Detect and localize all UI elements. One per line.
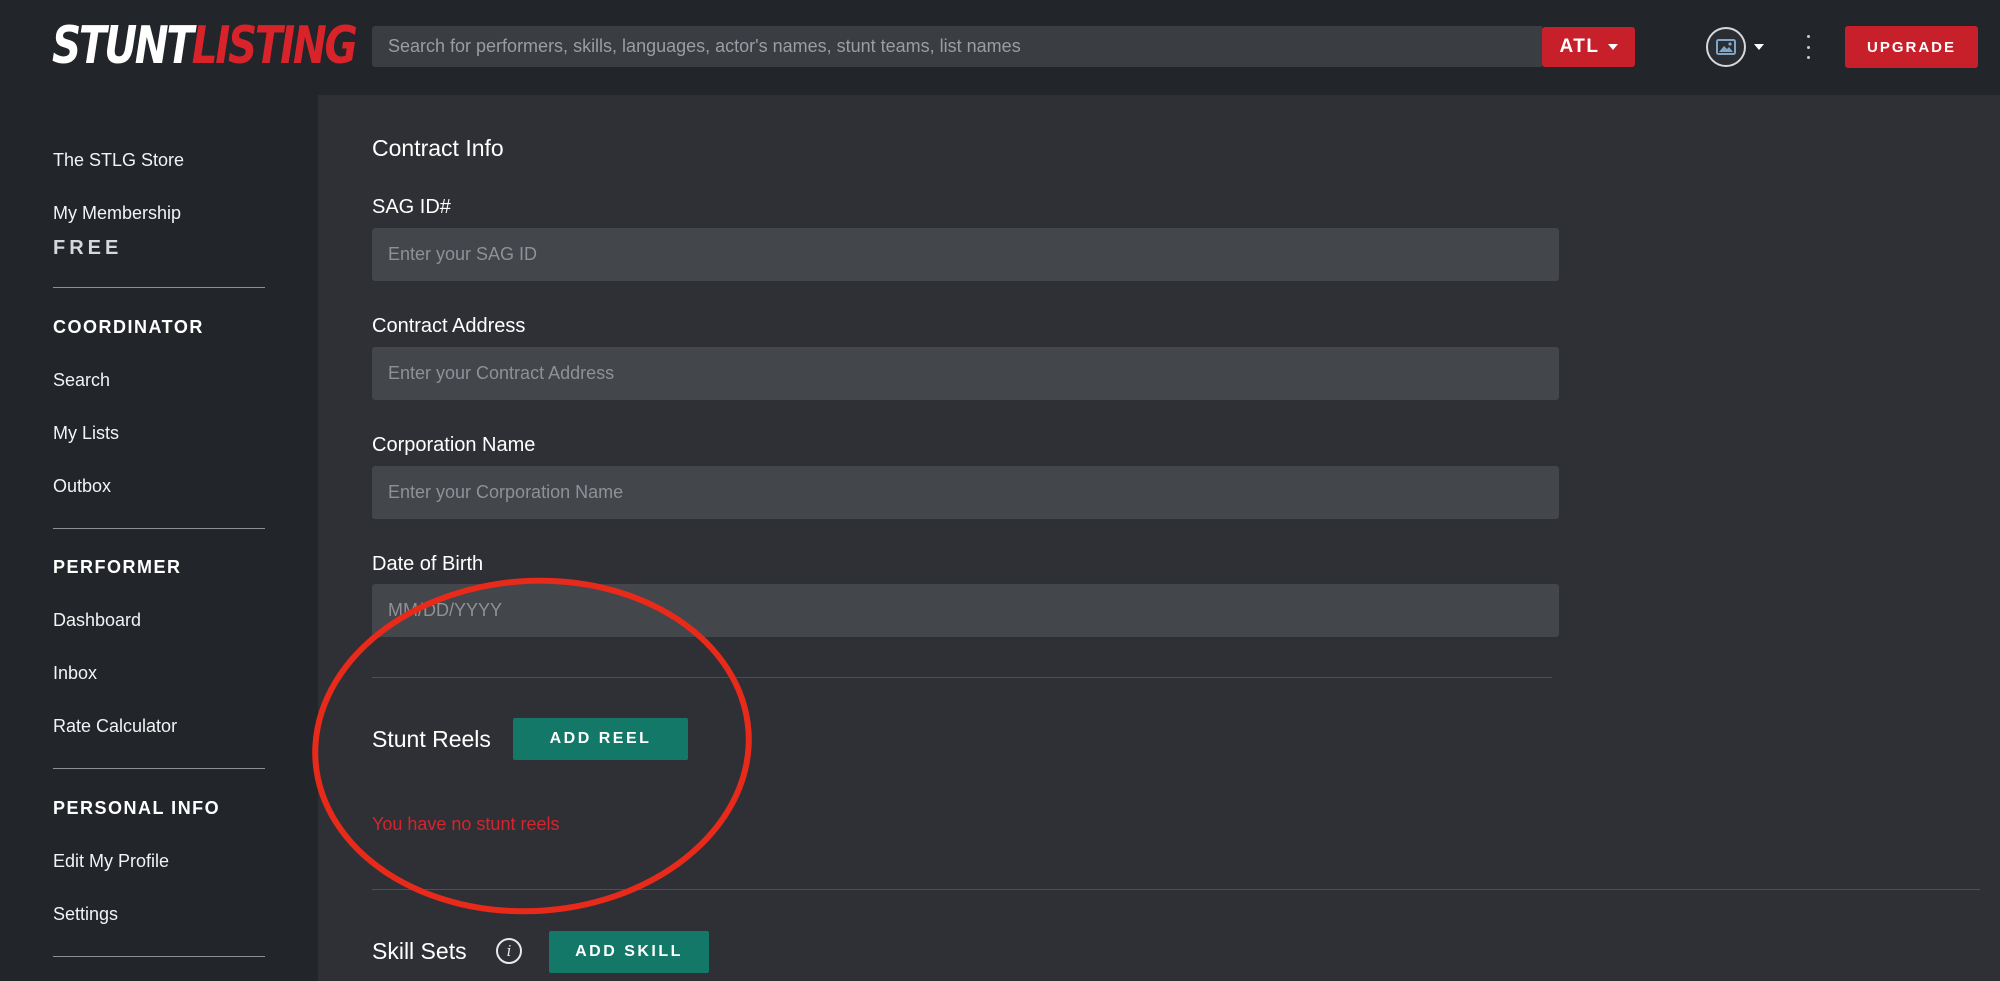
logo-listing-text: LISTING xyxy=(191,16,358,76)
upgrade-button[interactable]: UPGRADE xyxy=(1845,26,1978,68)
sidebar-item-edit-my-profile[interactable]: Edit My Profile xyxy=(53,851,169,872)
sidebar-divider xyxy=(53,287,265,288)
logo-stunt-text: STUNT xyxy=(52,16,194,76)
sidebar-item-stlg-store[interactable]: The STLG Store xyxy=(53,150,184,171)
corporation-name-label: Corporation Name xyxy=(372,434,536,456)
search-input[interactable] xyxy=(372,26,1542,67)
sidebar-item-my-lists[interactable]: My Lists xyxy=(53,423,119,444)
membership-tier-badge: FREE xyxy=(53,237,123,259)
location-dropdown-button[interactable]: ATL xyxy=(1542,27,1635,67)
sidebar-item-outbox[interactable]: Outbox xyxy=(53,476,111,497)
sag-id-label: SAG ID# xyxy=(372,196,451,218)
sidebar-divider xyxy=(53,768,265,769)
sidebar-item-inbox[interactable]: Inbox xyxy=(53,663,97,684)
chevron-down-icon xyxy=(1607,44,1618,50)
sidebar-item-dashboard[interactable]: Dashboard xyxy=(53,610,141,631)
no-stunt-reels-message: You have no stunt reels xyxy=(372,814,560,834)
upgrade-label: UPGRADE xyxy=(1866,38,1956,56)
add-reel-label: ADD REEL xyxy=(549,730,652,747)
info-icon[interactable]: i xyxy=(496,938,522,964)
top-bar: STUNTLISTING ATL UPGRADE xyxy=(0,0,2000,95)
chevron-down-icon[interactable] xyxy=(1754,44,1764,50)
add-skill-button[interactable]: ADD SKILL xyxy=(549,931,709,973)
add-skill-label: ADD SKILL xyxy=(575,943,683,960)
search-bar xyxy=(372,26,1542,67)
date-of-birth-input[interactable] xyxy=(372,584,1559,637)
sidebar-heading-coordinator: COORDINATOR xyxy=(53,317,204,337)
date-of-birth-field-wrap xyxy=(372,584,1559,637)
sidebar-item-search[interactable]: Search xyxy=(53,370,110,391)
sidebar-heading-performer: PERFORMER xyxy=(53,557,182,577)
add-reel-button[interactable]: ADD REEL xyxy=(513,718,688,760)
main-content: Contract Info SAG ID# Contract Address C… xyxy=(318,95,2000,981)
contract-address-input[interactable] xyxy=(372,347,1559,400)
section-divider xyxy=(372,677,1552,678)
sidebar-divider xyxy=(53,956,265,957)
sidebar-item-my-membership[interactable]: My Membership xyxy=(53,203,181,224)
sidebar-item-rate-calculator[interactable]: Rate Calculator xyxy=(53,716,177,737)
sidebar-divider xyxy=(53,528,265,529)
sidebar-heading-personal-info: PERSONAL INFO xyxy=(53,798,221,818)
sidebar: The STLG Store My Membership FREE COORDI… xyxy=(0,95,318,981)
corporation-name-input[interactable] xyxy=(372,466,1559,519)
sidebar-item-settings[interactable]: Settings xyxy=(53,904,118,925)
location-label: ATL xyxy=(1559,36,1600,57)
contract-info-title: Contract Info xyxy=(372,135,504,161)
image-icon xyxy=(1716,39,1736,55)
date-of-birth-label: Date of Birth xyxy=(372,553,484,575)
sag-id-field-wrap xyxy=(372,228,1559,281)
stuntlisting-logo[interactable]: STUNT LISTING xyxy=(52,14,358,78)
skill-sets-title: Skill Sets xyxy=(372,938,467,964)
contract-address-field-wrap xyxy=(372,347,1559,400)
sag-id-input[interactable] xyxy=(372,228,1559,281)
avatar[interactable] xyxy=(1706,27,1746,67)
stunt-reels-title: Stunt Reels xyxy=(372,726,491,752)
section-divider xyxy=(372,889,1980,890)
contract-address-label: Contract Address xyxy=(372,315,526,337)
corporation-name-field-wrap xyxy=(372,466,1559,519)
more-vertical-icon[interactable] xyxy=(1800,32,1816,62)
